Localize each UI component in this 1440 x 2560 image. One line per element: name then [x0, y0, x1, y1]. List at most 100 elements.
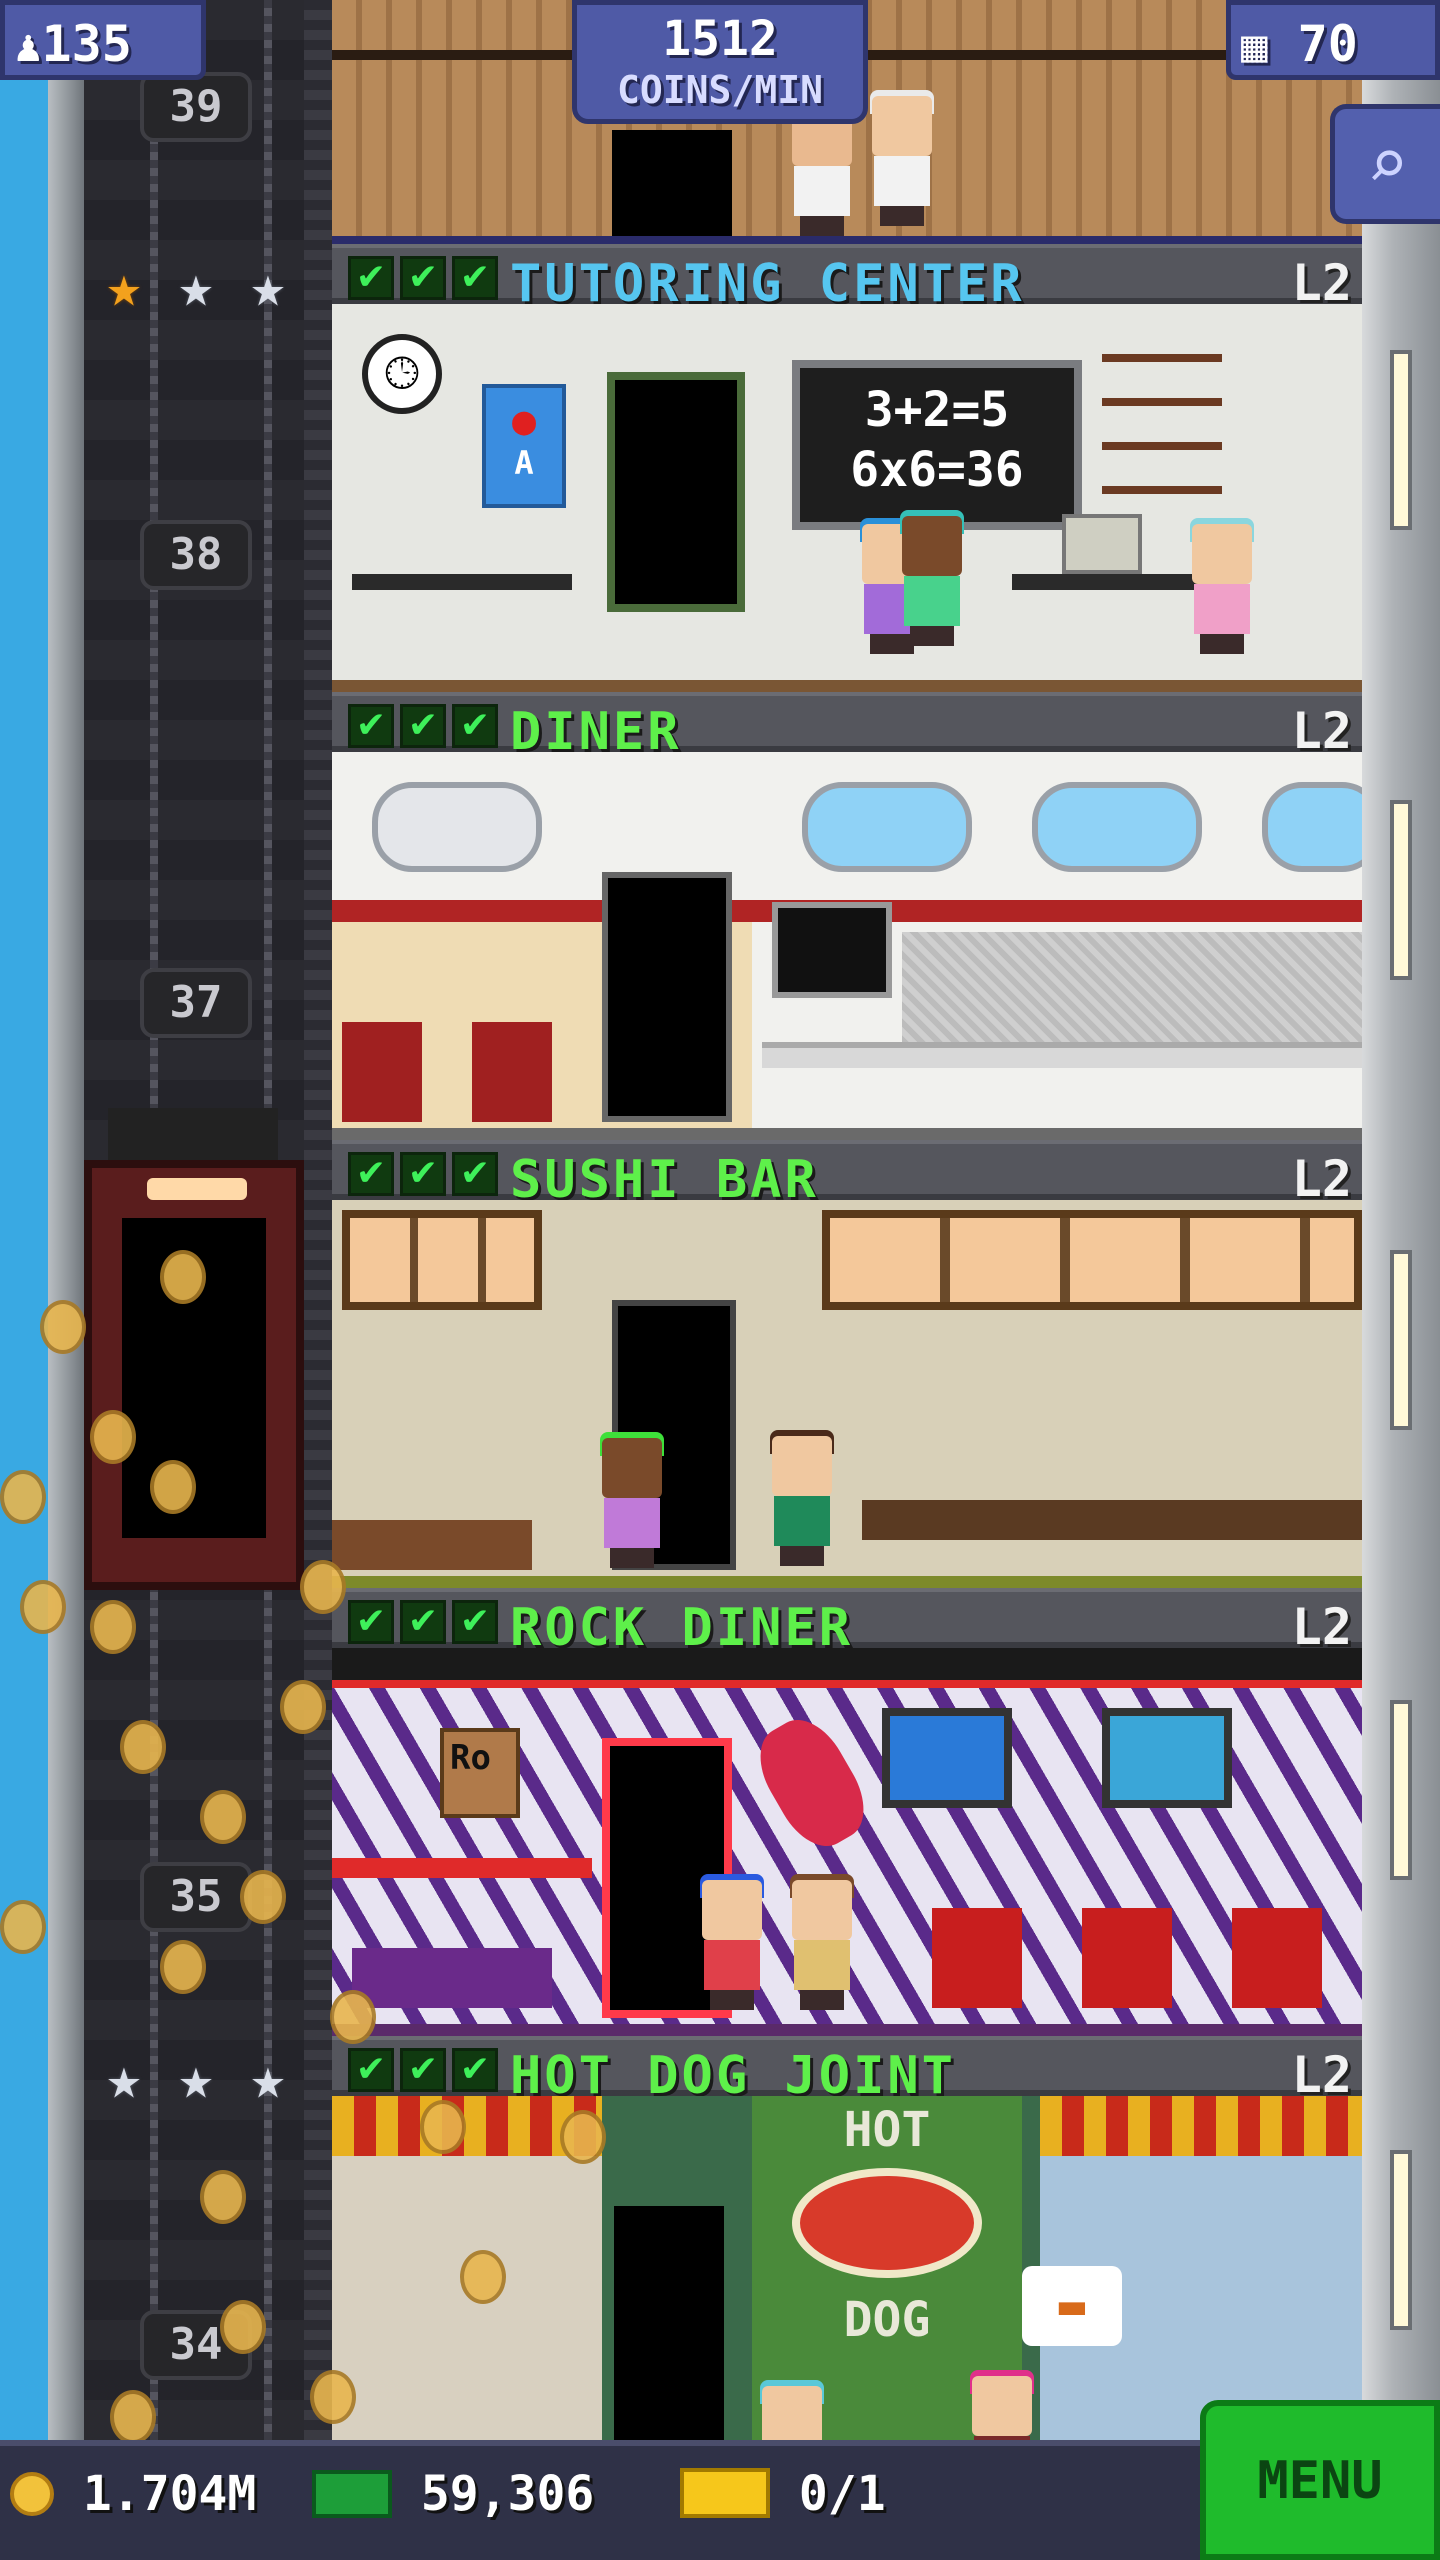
- floor-door: [607, 372, 745, 612]
- floor-header: ✔ ✔ ✔ HOT DOG JOINT L2: [332, 2036, 1362, 2106]
- ticket-balance[interactable]: 0/1: [680, 2466, 886, 2522]
- sign-text-bottom: DOG: [843, 2292, 931, 2348]
- chalkboard-line: 6x6=36: [850, 442, 1024, 498]
- check-icon: ✔: [400, 2048, 446, 2092]
- coin-particle: [310, 2370, 356, 2424]
- diner-window: [372, 782, 542, 872]
- menu-button[interactable]: MENU: [1200, 2400, 1440, 2560]
- diner-window: [1262, 782, 1362, 872]
- search-button[interactable]: ⌕: [1330, 104, 1440, 224]
- elevator-lamp: [147, 1178, 247, 1200]
- coins-per-min-display[interactable]: 1512 COINS/MIN: [572, 0, 868, 124]
- floor-sushi-bar[interactable]: ✔ ✔ ✔ SUSHI BAR L2: [332, 1140, 1362, 1588]
- floor-room: [332, 752, 1362, 1140]
- coin-particle: [200, 2170, 246, 2224]
- stock-checks: ✔ ✔ ✔: [348, 704, 498, 748]
- magnifier-icon: ⌕: [1366, 123, 1409, 205]
- floor-room: Ro: [332, 1648, 1362, 2036]
- window-light: [1390, 800, 1412, 980]
- check-icon: ✔: [400, 704, 446, 748]
- check-icon: ✔: [452, 704, 498, 748]
- floor-header: ✔ ✔ ✔ ROCK DINER L2: [332, 1588, 1362, 1658]
- shaft-frame: [304, 0, 332, 2440]
- hot-dog-speech-bubble-icon: ▬: [1022, 2266, 1122, 2346]
- resident[interactable]: [1182, 518, 1262, 654]
- check-icon: ✔: [348, 1152, 394, 1196]
- resident[interactable]: [592, 1432, 672, 1568]
- coin-particle: [220, 2300, 266, 2354]
- resident[interactable]: [782, 106, 862, 236]
- coin-particle: [200, 1790, 246, 1844]
- coins-per-min-unit: COINS/MIN: [617, 68, 823, 112]
- poster-letter: A: [514, 444, 534, 482]
- elevator-car[interactable]: [84, 1108, 304, 1590]
- floor-stars: ★ ★ ★: [94, 256, 298, 316]
- star-icon: ★: [178, 252, 214, 320]
- check-icon: ✔: [348, 2048, 394, 2092]
- coin-particle: [460, 2250, 506, 2304]
- awning: [1040, 2096, 1362, 2156]
- check-icon: ✔: [452, 1600, 498, 1644]
- shaft-floor-number: 37: [140, 968, 252, 1038]
- floor-rock-diner[interactable]: ✔ ✔ ✔ ROCK DINER L2 Ro: [332, 1588, 1362, 2036]
- stock-checks: ✔ ✔ ✔: [348, 1600, 498, 1644]
- clock-icon: 🕒︎: [362, 334, 442, 414]
- neon-bar: [332, 1858, 592, 1878]
- coin-particle: [90, 1600, 136, 1654]
- coin-balance[interactable]: 1.704M: [10, 2466, 256, 2522]
- coin-particle: [120, 1720, 166, 1774]
- building-icon: ▦: [1241, 21, 1268, 72]
- coins-per-min-value: 1512: [662, 11, 778, 67]
- resident[interactable]: [862, 90, 942, 226]
- coin-particle: [40, 1300, 86, 1354]
- floor-door: [602, 872, 732, 1122]
- stock-checks: ✔ ✔ ✔: [348, 256, 498, 300]
- computer: [1062, 514, 1142, 574]
- floor-count[interactable]: ▦ 70: [1226, 0, 1440, 80]
- check-icon: ✔: [348, 704, 394, 748]
- tower-bux-icon: [312, 2470, 392, 2518]
- red-booths: [932, 1908, 1352, 2008]
- coin-particle: [150, 1460, 196, 1514]
- floor-diner[interactable]: ✔ ✔ ✔ DINER L2: [332, 692, 1362, 1140]
- resident[interactable]: [782, 1874, 862, 2010]
- counter: [332, 1520, 532, 1570]
- coin-particle: [160, 1250, 206, 1304]
- floor-hot-dog-joint[interactable]: ✔ ✔ ✔ HOT DOG JOINT L2 HOT DOG ▬: [332, 2036, 1362, 2440]
- bux-balance[interactable]: 59,306: [312, 2466, 594, 2522]
- check-icon: ✔: [452, 1152, 498, 1196]
- poster-text: Ro: [450, 1738, 491, 1778]
- booth-seat: [472, 1022, 552, 1122]
- shoji-window: [342, 1210, 542, 1310]
- star-icon: ★: [250, 2044, 286, 2112]
- coin-particle: [160, 1940, 206, 1994]
- chalkboard: 3+2=5 6x6=36: [792, 360, 1082, 530]
- resident[interactable]: [762, 1430, 842, 1566]
- shaft-floor-number: 35: [140, 1862, 252, 1932]
- window-light: [1390, 1700, 1412, 1880]
- booth-seat: [342, 1022, 422, 1122]
- golden-ticket-icon: [680, 2468, 770, 2518]
- resident[interactable]: [892, 510, 972, 646]
- window-light: [1390, 1250, 1412, 1430]
- hot-dog-plate: [792, 2168, 982, 2278]
- floor-tutoring-center[interactable]: ✔ ✔ ✔ TUTORING CENTER L2 🕒︎ ● A 3+2=5 6x…: [332, 244, 1362, 692]
- framed-picture: [882, 1708, 1012, 1808]
- floor-count-value: 70: [1297, 15, 1358, 73]
- coin-particle: [330, 1990, 376, 2044]
- diner-window: [802, 782, 972, 872]
- diner-counter: [762, 1042, 1362, 1068]
- diner-window: [1032, 782, 1202, 872]
- stock-checks: ✔ ✔ ✔: [348, 1152, 498, 1196]
- resident[interactable]: [692, 1874, 772, 2010]
- check-icon: ✔: [400, 1152, 446, 1196]
- resident[interactable]: [962, 2370, 1042, 2440]
- resident[interactable]: [752, 2380, 832, 2440]
- check-icon: ✔: [452, 2048, 498, 2092]
- coin-particle: [560, 2110, 606, 2164]
- population-counter[interactable]: ♟135: [0, 0, 206, 80]
- ceiling-lights: [332, 1648, 1362, 1688]
- check-icon: ✔: [400, 256, 446, 300]
- food-shelf: [332, 2156, 602, 2440]
- coin-particle: [110, 2390, 156, 2444]
